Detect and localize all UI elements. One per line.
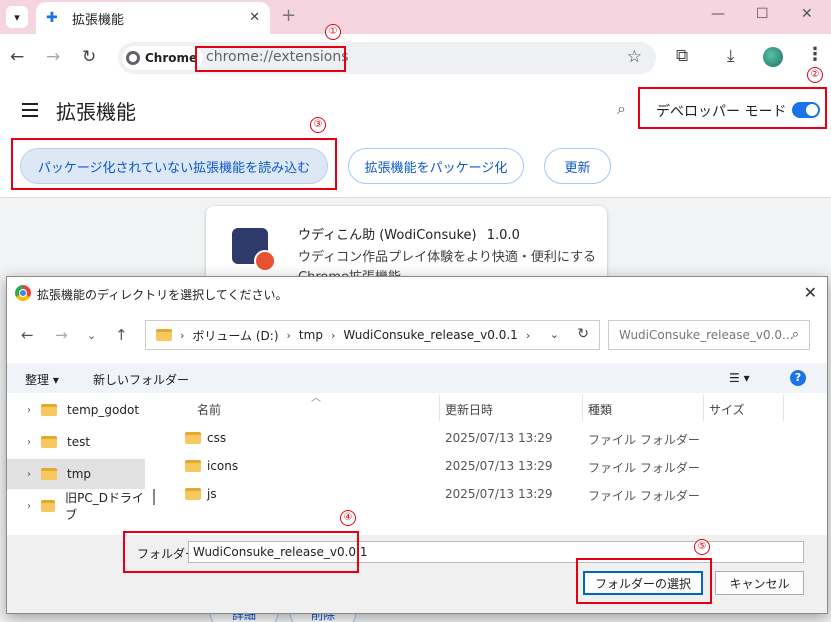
- chevron-right-icon[interactable]: ›: [27, 405, 31, 416]
- folder-tree: › temp_godot › test › tmp › 旧PC_Dドライブ: [7, 395, 151, 533]
- annotation-box-3: [11, 138, 337, 190]
- site-info-chip[interactable]: Chrome: [122, 46, 204, 70]
- folder-icon: [41, 404, 57, 416]
- folder-icon: [185, 432, 201, 444]
- forward-icon[interactable]: →: [46, 47, 60, 67]
- chevron-right-icon[interactable]: ›: [27, 469, 31, 480]
- bookmark-star-icon[interactable]: ☆: [627, 47, 642, 67]
- file-list: ︿ 名前 更新日時 種類 サイズ css 2025/07/13 13:29 ファ…: [163, 393, 813, 533]
- folder-icon: [41, 468, 57, 480]
- folder-search-input[interactable]: WudiConsuke_release_v0.0... ⌕: [608, 320, 810, 350]
- profile-avatar[interactable]: [763, 47, 783, 67]
- tab-strip: ▾ ✚ 拡張機能 ✕ + — ☐ ✕: [0, 0, 831, 34]
- chevron-right-icon[interactable]: ›: [27, 437, 31, 448]
- recent-chevron-icon[interactable]: ⌄: [87, 329, 96, 342]
- tree-item[interactable]: › temp_godot: [7, 395, 145, 425]
- file-row[interactable]: icons 2025/07/13 13:29 ファイル フォルダー: [163, 453, 813, 481]
- window-close-icon[interactable]: ✕: [801, 6, 813, 22]
- tree-scrollbar[interactable]: [153, 489, 155, 505]
- folder-icon: [185, 488, 201, 500]
- breadcrumb-item[interactable]: WudiConsuke_release_v0.0.1: [343, 328, 517, 342]
- pack-extension-button[interactable]: 拡張機能をパッケージ化: [348, 148, 524, 184]
- download-icon[interactable]: ⤓: [727, 46, 735, 66]
- tab-extensions[interactable]: ✚ 拡張機能 ✕: [36, 2, 270, 34]
- chrome-logo-icon: [15, 285, 31, 301]
- update-button[interactable]: 更新: [544, 148, 611, 184]
- chevron-down-icon[interactable]: ⌄: [550, 328, 559, 341]
- annotation-box-4: [123, 531, 359, 573]
- extension-icon: [232, 228, 276, 272]
- file-row[interactable]: js 2025/07/13 13:29 ファイル フォルダー: [163, 481, 813, 509]
- back-icon[interactable]: ←: [21, 326, 34, 344]
- tab-title: 拡張機能: [72, 12, 125, 28]
- tab-search-button[interactable]: ▾: [6, 6, 28, 28]
- dialog-nav-bar: ← → ⌄ ↑ › ボリューム (D:) › tmp › WudiConsuke…: [7, 313, 827, 357]
- annotation-number-3: ③: [310, 117, 326, 133]
- chevron-right-icon: ›: [180, 328, 185, 342]
- annotation-number-2: ②: [807, 67, 823, 83]
- chip-label: Chrome: [145, 51, 198, 65]
- puzzle-icon: ✚: [46, 10, 58, 26]
- column-date[interactable]: 更新日時: [445, 401, 493, 418]
- help-icon[interactable]: ?: [790, 370, 806, 386]
- chevron-right-icon: ›: [286, 328, 291, 342]
- up-icon[interactable]: ↑: [115, 326, 128, 344]
- dialog-title: 拡張機能のディレクトリを選択してください。: [37, 288, 288, 302]
- breadcrumb-item[interactable]: tmp: [299, 328, 323, 342]
- extension-name: ウディこん助 (WodiConsuke) 1.0.0: [298, 228, 520, 243]
- new-folder-button[interactable]: 新しいフォルダー: [93, 371, 189, 388]
- chrome-logo-icon: [126, 51, 140, 65]
- chevron-right-icon: ›: [330, 328, 336, 342]
- search-icon: ⌕: [791, 327, 799, 342]
- extensions-puzzle-icon[interactable]: ⧉: [676, 46, 688, 66]
- reload-icon[interactable]: ↻: [82, 47, 96, 67]
- annotation-number-4: ④: [340, 510, 356, 526]
- back-icon[interactable]: ←: [10, 47, 24, 67]
- refresh-icon[interactable]: ↻: [577, 326, 589, 342]
- extension-card: ウディこん助 (WodiConsuke) 1.0.0 ウディコン作品プレイ体験を…: [206, 206, 607, 282]
- folder-icon: [41, 500, 56, 512]
- browser-toolbar: ← → ↻ Chrome chrome://extensions ☆ ⧉ ⤓ ⋮: [0, 34, 831, 82]
- chevron-right-icon: ›: [525, 328, 531, 342]
- menu-dots-icon[interactable]: ⋮: [806, 44, 824, 65]
- dialog-close-icon[interactable]: ✕: [804, 283, 817, 302]
- tree-item-selected[interactable]: › tmp: [7, 459, 145, 489]
- cancel-button[interactable]: キャンセル: [715, 571, 804, 595]
- breadcrumb-item[interactable]: ボリューム (D:): [192, 327, 278, 344]
- new-tab-button[interactable]: +: [281, 5, 296, 26]
- folder-icon: [156, 329, 172, 341]
- column-divider: [783, 395, 784, 421]
- column-divider: [582, 395, 583, 421]
- minimize-icon[interactable]: —: [711, 6, 725, 22]
- column-type[interactable]: 種類: [588, 401, 612, 418]
- annotation-box-5: [576, 558, 712, 604]
- file-row[interactable]: css 2025/07/13 13:29 ファイル フォルダー: [163, 425, 813, 453]
- annotation-box-2: [638, 87, 827, 129]
- command-bar: 整理 ▾ 新しいフォルダー ☰ ▾ ?: [7, 363, 827, 393]
- column-size[interactable]: サイズ: [709, 401, 745, 418]
- column-divider: [703, 395, 704, 421]
- column-divider: [439, 395, 440, 421]
- folder-icon: [41, 436, 57, 448]
- hamburger-menu-icon[interactable]: [22, 103, 38, 121]
- annotation-number-5: ⑤: [694, 539, 710, 555]
- close-tab-icon[interactable]: ✕: [249, 10, 260, 25]
- maximize-icon[interactable]: ☐: [756, 6, 769, 22]
- sort-up-icon: ︿: [311, 393, 321, 404]
- tree-item[interactable]: › 旧PC_Dドライブ: [7, 491, 145, 522]
- extension-version: 1.0.0: [486, 228, 520, 243]
- chevron-right-icon[interactable]: ›: [27, 501, 31, 512]
- folder-icon: [185, 460, 201, 472]
- annotation-box-1: [195, 46, 346, 72]
- view-options-icon[interactable]: ☰ ▾: [729, 371, 750, 385]
- organize-button[interactable]: 整理 ▾: [25, 371, 59, 388]
- forward-icon[interactable]: →: [55, 326, 68, 344]
- search-icon[interactable]: ⌕: [617, 99, 626, 119]
- column-name[interactable]: 名前: [197, 401, 221, 418]
- page-title: 拡張機能: [56, 100, 136, 124]
- tree-item[interactable]: › test: [7, 427, 145, 457]
- annotation-number-1: ①: [325, 24, 341, 40]
- dialog-titlebar: 拡張機能のディレクトリを選択してください。 ✕: [7, 277, 827, 309]
- path-breadcrumb[interactable]: › ボリューム (D:) › tmp › WudiConsuke_release…: [145, 320, 600, 350]
